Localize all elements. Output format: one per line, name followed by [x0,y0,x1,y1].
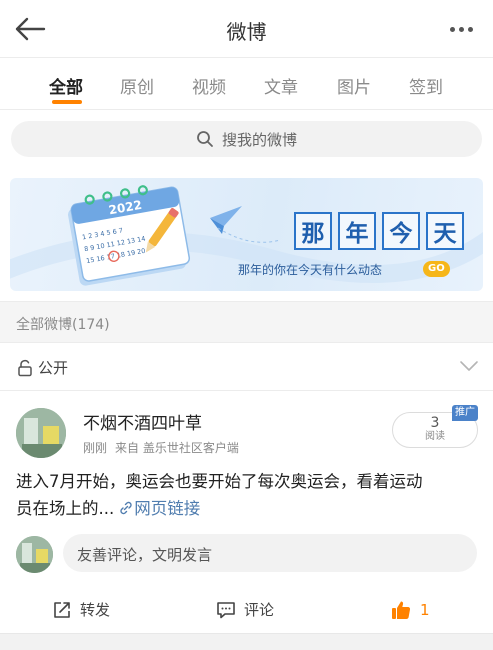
thumbs-up-icon [392,601,411,619]
post-text-fragment: 员在场上的... [16,499,115,518]
author-name[interactable]: 不烟不酒四叶草 [83,409,202,434]
post-text-line: 员在场上的... 网页链接 [16,495,482,522]
tab-article[interactable]: 文章 [264,73,298,98]
tab-all[interactable]: 全部 [49,73,83,98]
search-placeholder: 搜我的微博 [221,130,297,149]
top-bar: 微博 [0,0,493,58]
post-body[interactable]: 进入7月开始，奥运会也要开始了每次奥运会，看着运动 员在场上的... 网页链接 [16,468,482,522]
tab-video[interactable]: 视频 [192,73,226,98]
avatar-image [16,408,66,458]
search-input[interactable]: 搜我的微博 [11,121,482,157]
visibility-selector[interactable]: 公开 [16,357,68,378]
comment-label: 评论 [244,601,275,619]
post-count-bar: 全部微博(174) [0,301,493,343]
tab-image[interactable]: 图片 [337,73,371,98]
visibility-filter[interactable]: 公开 [0,343,493,391]
feed-divider [0,633,493,650]
repost-icon [54,601,70,618]
comment-placeholder: 友善评论，文明发言 [77,546,213,564]
promote-badge[interactable]: 推广 [452,405,478,421]
link-icon [120,501,132,515]
banner-title-char: 天 [426,212,464,250]
like-count: 1 [420,601,430,619]
banner-title-char: 今 [382,212,420,250]
read-label: 阅读 [425,431,445,442]
post-text-line: 进入7月开始，奥运会也要开始了每次奥运会，看着运动 [16,472,423,491]
post-source: 来自 盖乐世社区客户端 [115,441,239,455]
post-card: 不烟不酒四叶草 刚刚 来自 盖乐世社区客户端 3 阅读 推广 进入7月开始，奥运会… [0,391,493,633]
post-time: 刚刚 [83,441,108,455]
visibility-label: 公开 [38,359,69,377]
lock-icon [18,359,32,376]
on-this-day-banner[interactable]: 2022 1 2 3 4 5 6 7 8 9 10 11 12 13 14 15… [10,178,483,291]
more-dots-icon[interactable] [441,14,481,44]
tab-checkin[interactable]: 签到 [409,73,443,98]
my-avatar [16,536,53,573]
comment-input[interactable]: 友善评论，文明发言 [63,534,477,572]
author-avatar[interactable] [16,408,66,458]
web-link[interactable]: 网页链接 [134,499,200,518]
comment-button[interactable]: 评论 [216,599,274,620]
post-count: 全部微博(174) [16,317,110,333]
comment-icon [217,601,235,618]
repost-button[interactable]: 转发 [52,599,110,620]
chevron-down-icon[interactable] [459,359,479,373]
post-meta: 刚刚 来自 盖乐世社区客户端 [83,439,239,456]
banner-title-char: 年 [338,212,376,250]
post-actions: 转发 评论 1 [0,589,493,633]
page-title: 微博 [226,20,267,44]
active-tab-indicator [52,100,82,104]
banner-go-button[interactable]: GO [423,261,450,277]
avatar-image [16,536,53,573]
banner-subtitle: 那年的你在今天有什么动态 [238,263,383,277]
banner-title: 那 年 今 天 [294,212,464,250]
tab-bar: 全部 原创 视频 文章 图片 签到 [0,58,493,110]
search-icon [197,131,213,147]
like-button[interactable]: 1 [390,599,430,621]
tab-original[interactable]: 原创 [120,73,154,98]
banner-title-char: 那 [294,212,332,250]
repost-label: 转发 [80,601,111,619]
